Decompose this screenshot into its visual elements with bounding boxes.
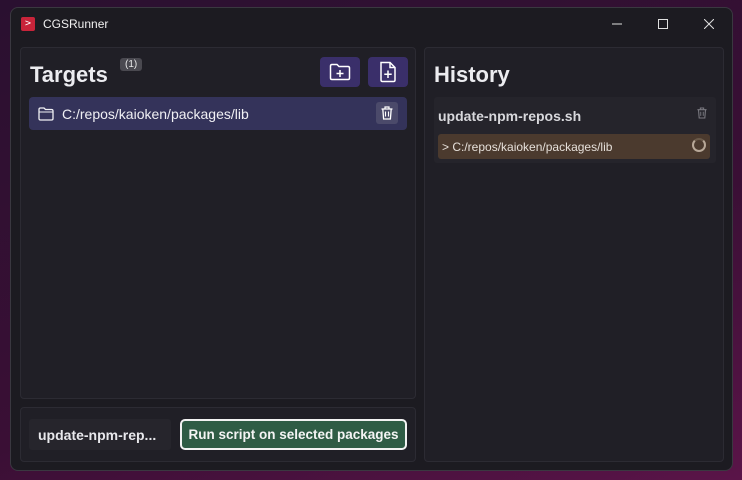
actions-panel: update-npm-rep... Run script on selected… xyxy=(20,407,416,462)
target-path: C:/repos/kaioken/packages/lib xyxy=(62,105,249,122)
minimize-icon xyxy=(612,23,622,25)
app-window: > CGSRunner Targets (1) C:/repos/kaioken… xyxy=(10,7,733,471)
targets-panel: Targets (1) C:/repos/kaioken/packages/li… xyxy=(20,47,416,399)
trash-icon xyxy=(697,107,707,119)
folder-icon xyxy=(38,106,54,121)
add-folder-button[interactable] xyxy=(320,57,360,87)
history-panel: History update-npm-repos.sh > C:/repos/k… xyxy=(424,47,724,462)
run-script-button[interactable]: Run script on selected packages xyxy=(180,419,407,450)
maximize-button[interactable] xyxy=(640,8,686,40)
trash-icon xyxy=(381,106,393,120)
file-plus-icon xyxy=(380,61,396,83)
targets-title: Targets xyxy=(30,62,108,87)
add-file-button[interactable] xyxy=(368,57,408,87)
title-bar: > CGSRunner xyxy=(11,8,732,40)
history-run-path: > C:/repos/kaioken/packages/lib xyxy=(442,139,613,154)
remove-target-button[interactable] xyxy=(376,102,398,124)
terminal-icon: > xyxy=(21,17,35,31)
loading-spinner-icon xyxy=(692,138,706,152)
window-controls xyxy=(594,8,732,40)
history-title: History xyxy=(434,62,510,87)
script-select[interactable]: update-npm-rep... xyxy=(29,419,171,450)
targets-count-badge: (1) xyxy=(120,58,143,71)
target-item[interactable]: C:/repos/kaioken/packages/lib xyxy=(29,97,407,130)
remove-history-button[interactable] xyxy=(697,107,707,119)
history-run-item[interactable]: > C:/repos/kaioken/packages/lib xyxy=(438,134,710,159)
close-icon xyxy=(704,19,714,29)
maximize-icon xyxy=(658,19,668,29)
history-group: update-npm-repos.sh > C:/repos/kaioken/p… xyxy=(434,97,716,163)
window-title: CGSRunner xyxy=(43,17,109,31)
close-button[interactable] xyxy=(686,8,732,40)
history-script-name: update-npm-repos.sh xyxy=(438,108,582,124)
minimize-button[interactable] xyxy=(594,8,640,40)
folder-plus-icon xyxy=(329,63,351,81)
